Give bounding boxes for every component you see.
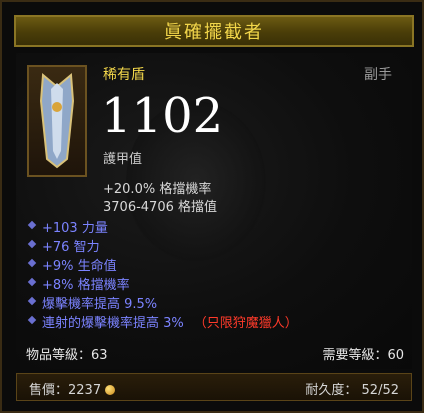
shield-item-icon [27, 65, 87, 177]
affix-skill-crit-text: 連射的爆擊機率提高 3% [42, 316, 184, 331]
affix-life: +9% 生命值 [42, 259, 117, 274]
affix-crit-chance: 爆擊機率提高 9.5% [42, 297, 158, 312]
shield-icon [39, 72, 75, 169]
sell-value: 售價：2237 [29, 379, 116, 398]
item-level: 物品等級：63 [26, 348, 108, 363]
durability: 耐久度： 52/52 [305, 383, 399, 398]
block-amount: 3706-4706 格擋值 [103, 200, 217, 215]
item-type: 稀有盾 [103, 67, 145, 83]
class-restriction: （只限狩魔獵人） [193, 316, 298, 331]
item-title-bar: 眞確擺截者 [14, 15, 414, 47]
required-level: 需要等級：60 [322, 348, 404, 363]
sell-value-text: 售價：2237 [29, 383, 102, 398]
affix-block-chance: +8% 格擋機率 [42, 278, 130, 293]
item-name: 眞確擺截者 [164, 22, 264, 43]
item-slot: 副手 [364, 67, 392, 83]
item-tooltip: 眞確擺截者 稀有盾 副手 1102 護甲值 +20.0% 格擋機率 3706-4… [0, 0, 424, 413]
gold-coin-icon [105, 385, 116, 395]
affix-skill-crit: 連射的爆擊機率提高 3% （只限狩魔獵人） [42, 312, 298, 331]
armor-value: 1102 [101, 88, 224, 144]
block-chance: +20.0% 格擋機率 [103, 182, 212, 197]
affix-strength: +103 力量 [42, 221, 108, 236]
affix-intelligence: +76 智力 [42, 240, 100, 255]
armor-label: 護甲值 [103, 152, 143, 167]
tooltip-footer: 售價：2237 耐久度： 52/52 [16, 373, 412, 401]
